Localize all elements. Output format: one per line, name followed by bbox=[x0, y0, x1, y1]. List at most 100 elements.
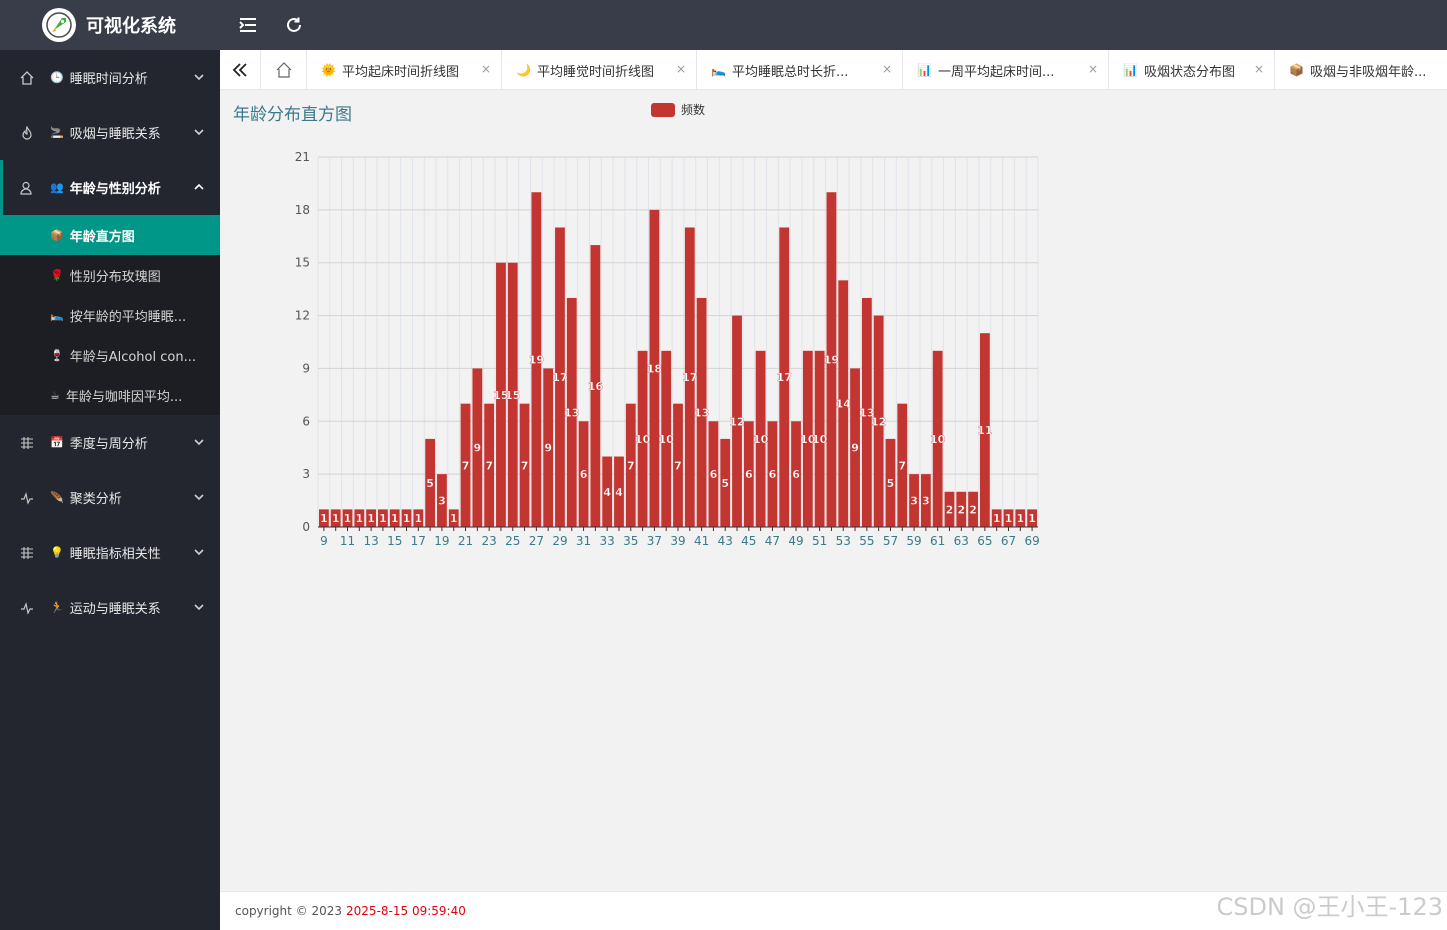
bar-chart-emoji-icon: 📊 bbox=[917, 63, 932, 77]
bar-value-label: 1 bbox=[332, 512, 340, 525]
double-chevron-left-icon[interactable] bbox=[220, 50, 261, 90]
x-tick-label: 35 bbox=[623, 534, 638, 548]
bar-value-label: 6 bbox=[792, 468, 800, 481]
home-tab-icon[interactable] bbox=[261, 50, 307, 90]
tab-wake-time-line[interactable]: 🌞 平均起床时间折线图 × bbox=[307, 50, 502, 90]
close-icon[interactable]: × bbox=[1254, 62, 1264, 76]
refresh-icon[interactable] bbox=[282, 13, 306, 37]
x-tick-label: 33 bbox=[600, 534, 615, 548]
tab-smoker-age[interactable]: 📦 吸烟与非吸烟年龄... bbox=[1275, 50, 1447, 90]
bar-value-label: 1 bbox=[1028, 512, 1036, 525]
bar-value-label: 14 bbox=[836, 398, 852, 411]
sidebar-item-label: 睡眠时间分析 bbox=[69, 72, 148, 87]
sidebar-item-label: 睡眠指标相关性 bbox=[69, 547, 161, 562]
x-tick-label: 15 bbox=[387, 534, 402, 548]
close-icon[interactable]: × bbox=[882, 62, 892, 76]
close-icon[interactable]: × bbox=[676, 62, 686, 76]
sidebar-item-exercise[interactable]: 🏃 运动与睡眠关系 bbox=[0, 580, 220, 635]
pulse-icon bbox=[20, 491, 34, 505]
bar-value-label: 17 bbox=[552, 371, 567, 384]
tab-label: 吸烟状态分布图 bbox=[1143, 64, 1235, 80]
bar-value-label: 5 bbox=[887, 477, 895, 490]
subnav-item-gender-rose[interactable]: 🌹 性别分布玫瑰图 bbox=[0, 255, 220, 295]
bar-value-label: 17 bbox=[777, 371, 792, 384]
bar-value-label: 2 bbox=[946, 503, 954, 516]
y-tick-label: 9 bbox=[302, 361, 310, 375]
x-tick-label: 31 bbox=[576, 534, 591, 548]
subnav-item-label: 性别分布玫瑰图 bbox=[69, 269, 161, 285]
sidebar-item-season-week[interactable]: 📅 季度与周分析 bbox=[0, 415, 220, 470]
bar-value-label: 1 bbox=[391, 512, 399, 525]
bar-value-label: 7 bbox=[627, 459, 635, 472]
sidebar-item-sleep-time[interactable]: 🕒 睡眠时间分析 bbox=[0, 50, 220, 105]
moon-emoji-icon: 🌙 bbox=[516, 63, 531, 77]
menu-fold-icon[interactable] bbox=[236, 13, 260, 37]
y-tick-label: 21 bbox=[295, 150, 310, 164]
subnav-item-sleep-by-age[interactable]: 🛌 按年龄的平均睡眠... bbox=[0, 295, 220, 335]
bar-value-label: 3 bbox=[910, 495, 918, 508]
top-bar: 可视化系统 bbox=[0, 0, 1447, 50]
bar-value-label: 11 bbox=[977, 424, 992, 437]
close-icon[interactable]: × bbox=[1088, 62, 1098, 76]
bar-value-label: 19 bbox=[529, 354, 544, 367]
close-icon[interactable]: × bbox=[481, 62, 491, 76]
x-tick-label: 13 bbox=[363, 534, 378, 548]
bar-value-label: 15 bbox=[505, 389, 520, 402]
tab-label: 平均睡眠总时长折... bbox=[731, 64, 849, 80]
bar-value-label: 1 bbox=[344, 512, 352, 525]
sidebar-item-sleep-correlation[interactable]: 💡 睡眠指标相关性 bbox=[0, 525, 220, 580]
sidebar-item-label: 年龄与性别分析 bbox=[69, 182, 161, 197]
bar-value-label: 9 bbox=[851, 442, 859, 455]
x-tick-label: 69 bbox=[1024, 534, 1039, 548]
bar-value-label: 17 bbox=[682, 371, 697, 384]
tab-smoking-status[interactable]: 📊 吸烟状态分布图 × bbox=[1109, 50, 1275, 90]
y-tick-label: 12 bbox=[295, 309, 310, 323]
subnav-item-age-caffeine[interactable]: ☕ 年龄与咖啡因平均... bbox=[0, 375, 220, 415]
bed-emoji-icon: 🛌 bbox=[50, 308, 64, 322]
cigarette-emoji-icon: 🚬 bbox=[50, 126, 64, 139]
chevron-up-icon bbox=[192, 180, 206, 194]
bar-value-label: 5 bbox=[426, 477, 434, 490]
x-tick-label: 27 bbox=[529, 534, 544, 548]
sidebar-item-age-gender[interactable]: 👥 年龄与性别分析 bbox=[0, 160, 220, 215]
bar-value-label: 10 bbox=[753, 433, 769, 446]
bar-value-label: 19 bbox=[824, 354, 839, 367]
y-tick-label: 15 bbox=[295, 256, 310, 270]
x-tick-label: 37 bbox=[647, 534, 662, 548]
chevron-down-icon bbox=[192, 545, 206, 559]
people-emoji-icon: 👥 bbox=[50, 181, 64, 194]
tab-sleep-duration-line[interactable]: 🛌 平均睡眠总时长折... × bbox=[697, 50, 903, 90]
bar-value-label: 6 bbox=[580, 468, 588, 481]
bar-value-label: 6 bbox=[710, 468, 718, 481]
x-tick-label: 39 bbox=[670, 534, 685, 548]
x-tick-label: 11 bbox=[340, 534, 355, 548]
bed-emoji-icon: 🛌 bbox=[711, 63, 726, 77]
bar-value-label: 13 bbox=[694, 406, 709, 419]
y-tick-label: 18 bbox=[295, 203, 310, 217]
bar-value-label: 1 bbox=[1005, 512, 1013, 525]
copyright-text: copyright © 2023 bbox=[235, 904, 343, 918]
subnav-item-age-alcohol[interactable]: 🍷 年龄与Alcohol con... bbox=[0, 335, 220, 375]
bar-value-label: 9 bbox=[474, 442, 482, 455]
tab-sleep-time-line[interactable]: 🌙 平均睡觉时间折线图 × bbox=[502, 50, 697, 90]
watermark: CSDN @王小王-123 bbox=[1216, 893, 1443, 921]
subnav-item-label: 年龄与咖啡因平均... bbox=[65, 389, 183, 405]
pulse-icon bbox=[20, 601, 34, 615]
bar-value-label: 12 bbox=[871, 415, 886, 428]
user-icon bbox=[20, 181, 34, 195]
coffee-emoji-icon: ☕ bbox=[50, 388, 60, 402]
age-histogram-chart: 0369121518211 1 1 1 1 1 1 1 15317971515719917136… bbox=[295, 102, 1040, 548]
bar-value-label: 10 bbox=[930, 433, 946, 446]
bar-value-label: 4 bbox=[603, 486, 611, 499]
subnav-item-age-histogram[interactable]: 📦 年龄直方图 bbox=[0, 215, 220, 255]
sidebar-item-smoking[interactable]: 🚬 吸烟与睡眠关系 bbox=[0, 105, 220, 160]
sidebar-item-label: 运动与睡眠关系 bbox=[69, 602, 161, 617]
sidebar-item-cluster[interactable]: 🪶 聚类分析 bbox=[0, 470, 220, 525]
tab-label: 平均睡觉时间折线图 bbox=[536, 64, 654, 80]
sidebar-item-label: 季度与周分析 bbox=[69, 437, 148, 452]
bar-value-label: 5 bbox=[721, 477, 729, 490]
chevron-down-icon bbox=[192, 70, 206, 84]
bar-value-label: 16 bbox=[588, 380, 604, 393]
tab-weekly-wake-time[interactable]: 📊 一周平均起床时间... × bbox=[903, 50, 1109, 90]
bar-value-label: 18 bbox=[647, 362, 662, 375]
